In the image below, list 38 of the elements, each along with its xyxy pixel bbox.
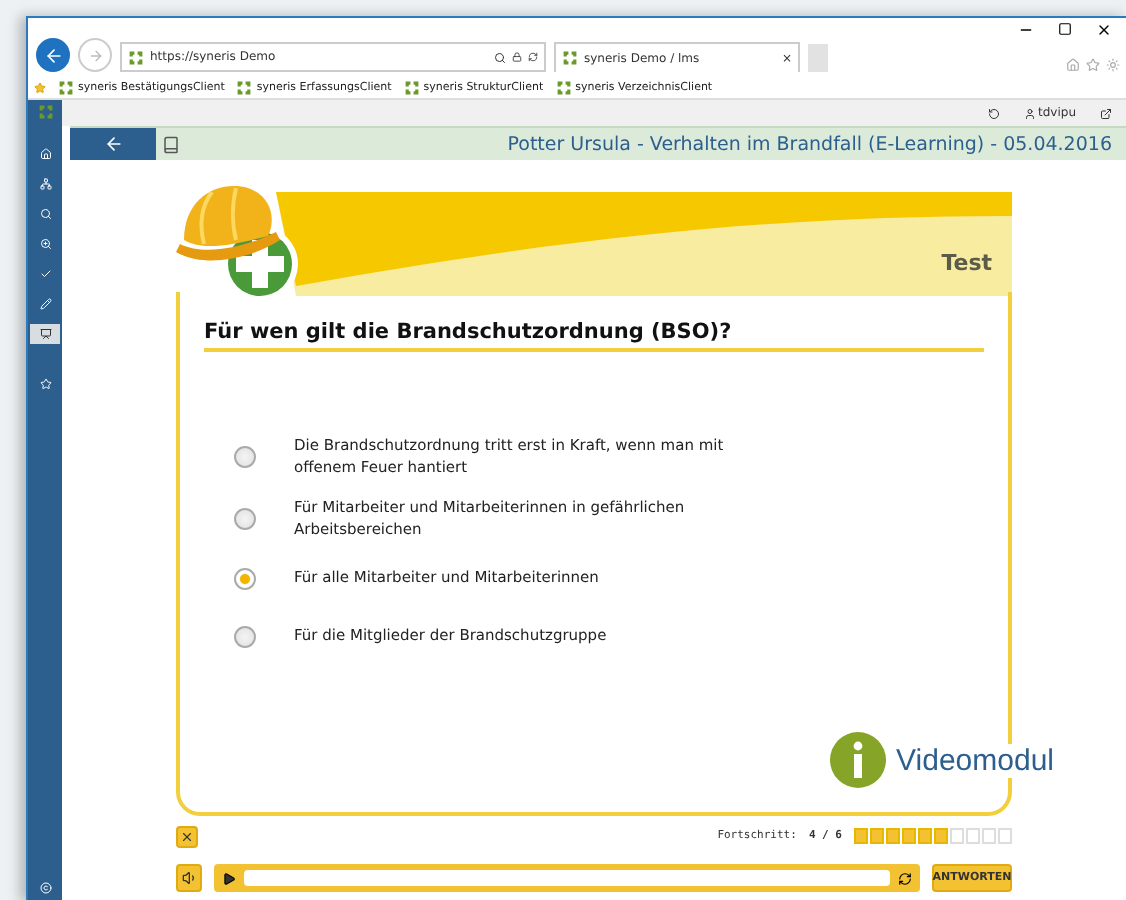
refresh-icon[interactable]	[528, 52, 538, 62]
video-module-label: Videomodul	[896, 743, 1058, 777]
app-logo-icon	[562, 50, 578, 66]
app-logo-icon	[37, 104, 53, 120]
maximize-icon[interactable]	[1058, 22, 1072, 36]
arrow-left-icon	[103, 134, 123, 154]
app-logo-icon	[58, 79, 74, 95]
radio-button[interactable]	[234, 626, 256, 648]
play-icon[interactable]	[222, 871, 236, 885]
radio-button[interactable]	[234, 508, 256, 531]
replay-icon[interactable]	[898, 871, 912, 885]
external-link-icon[interactable]	[1100, 107, 1112, 119]
cancel-button[interactable]	[176, 825, 198, 847]
radio-button[interactable]	[234, 568, 256, 590]
question-title: Für wen gilt die Brandschutzordnung (BSO)?	[204, 320, 984, 352]
favorites-bar-icon	[34, 81, 46, 93]
back-icon[interactable]	[36, 38, 70, 72]
search-icon[interactable]	[494, 51, 506, 63]
media-progress-track[interactable]	[244, 870, 890, 886]
app-logo-icon	[403, 79, 420, 95]
lock-icon	[512, 52, 522, 62]
back-button[interactable]	[70, 128, 156, 160]
history-icon[interactable]	[988, 107, 1000, 119]
section-label: Test	[941, 250, 994, 280]
radio-button[interactable]	[234, 446, 256, 469]
app-logo-icon	[555, 79, 572, 95]
copyright-icon	[39, 882, 51, 894]
app-logo-icon	[236, 79, 253, 95]
user-icon	[1024, 107, 1036, 119]
sidebar-course-icon[interactable]	[30, 324, 60, 344]
volume-button[interactable]	[176, 864, 202, 892]
close-icon	[180, 829, 194, 843]
close-icon[interactable]	[1096, 22, 1112, 38]
book-icon[interactable]	[162, 135, 180, 153]
speaker-icon	[181, 870, 197, 886]
app-logo-icon	[128, 49, 144, 65]
info-icon	[830, 732, 887, 788]
page-title: Potter Ursula - Verhalten im Brandfall (E-Learning) - 05.04.2016	[505, 133, 1114, 155]
